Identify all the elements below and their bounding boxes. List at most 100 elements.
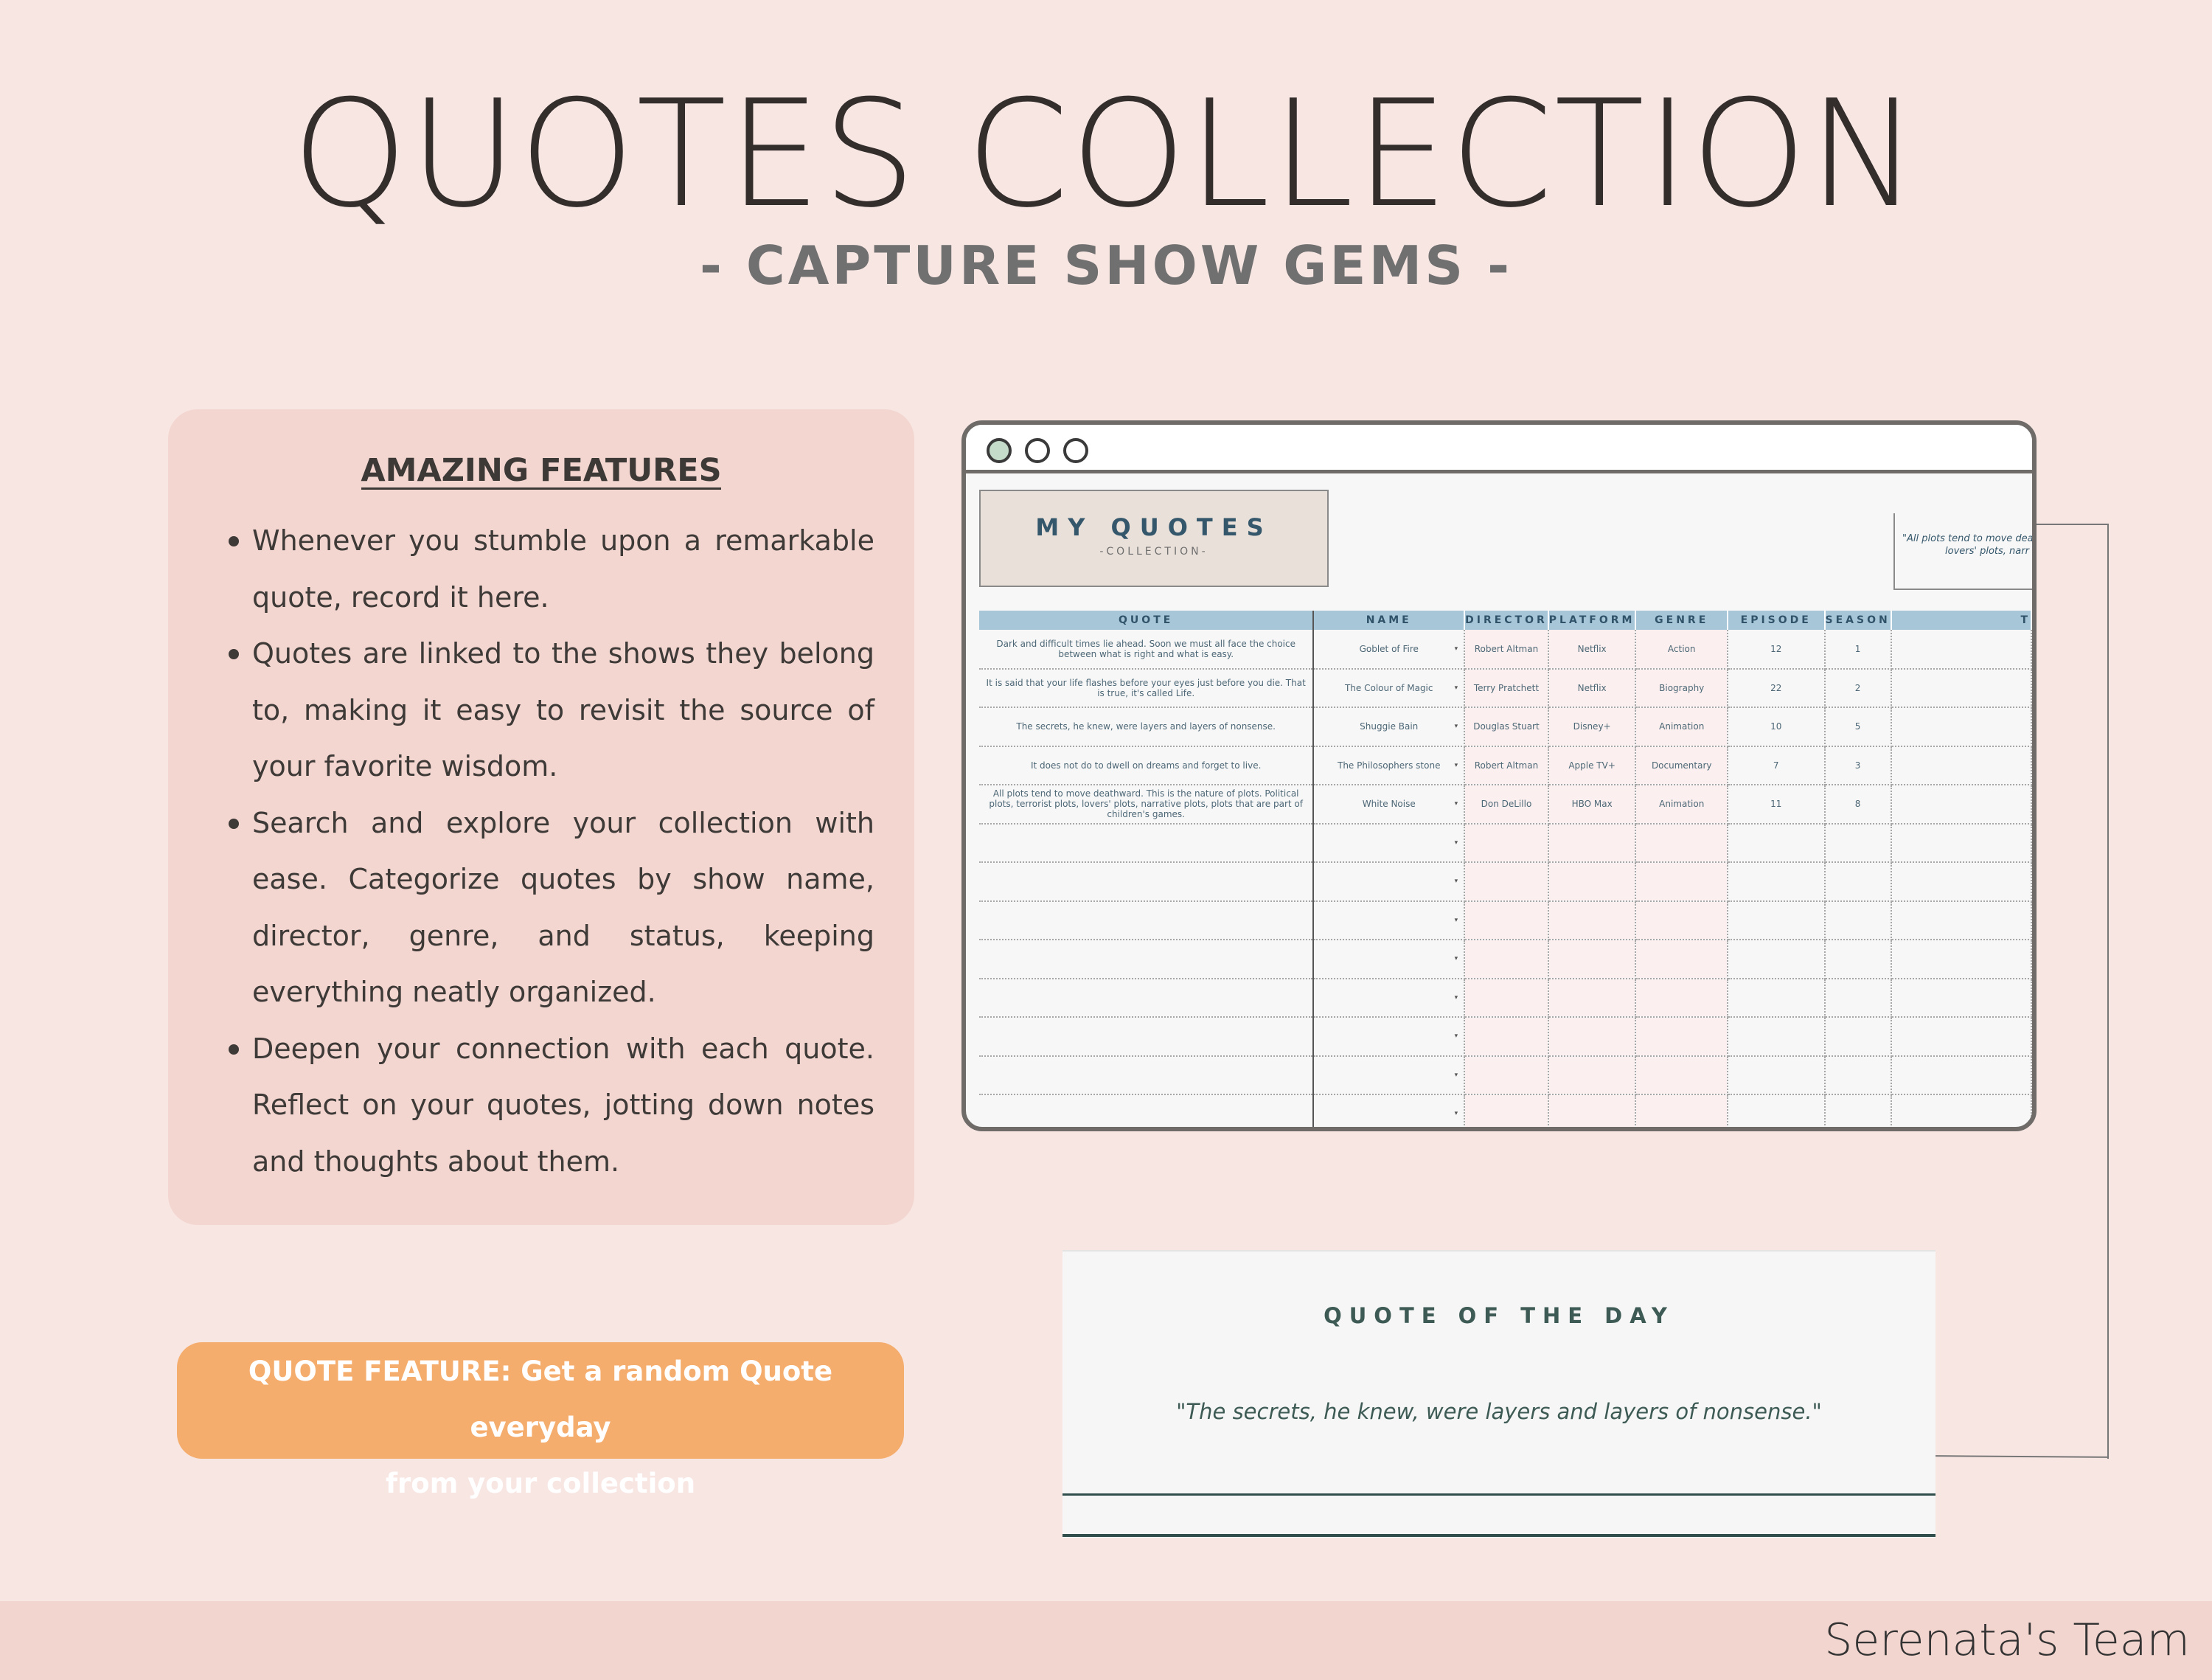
empty-cell[interactable] xyxy=(1635,940,1728,979)
table-row-empty[interactable]: ▾ xyxy=(979,862,2032,902)
empty-cell[interactable] xyxy=(1464,1094,1549,1127)
dropdown-caret-icon[interactable]: ▾ xyxy=(1455,876,1458,886)
cell-extra[interactable] xyxy=(1891,746,2032,785)
cell-director[interactable]: Robert Altman xyxy=(1464,746,1549,785)
empty-cell[interactable] xyxy=(1727,900,1826,940)
empty-cell[interactable] xyxy=(1824,940,1892,979)
dropdown-caret-icon[interactable]: ▾ xyxy=(1455,1031,1458,1041)
empty-cell[interactable] xyxy=(1891,1017,2032,1057)
cell-quote[interactable]: It does not do to dwell on dreams and fo… xyxy=(979,746,1315,785)
empty-cell[interactable]: ▾ xyxy=(1313,1094,1466,1127)
cell-quote[interactable]: It is said that your life flashes before… xyxy=(979,668,1315,708)
table-row[interactable]: All plots tend to move deathward. This i… xyxy=(979,785,2032,825)
empty-cell[interactable] xyxy=(1891,862,2032,902)
cell-genre[interactable]: Animation xyxy=(1635,785,1728,825)
empty-cell[interactable]: ▾ xyxy=(1313,823,1466,863)
cell-director[interactable]: Terry Pratchett xyxy=(1464,668,1549,708)
table-row[interactable]: The secrets, he knew, were layers and la… xyxy=(979,707,2032,747)
cell-extra[interactable] xyxy=(1891,785,2032,825)
table-row-empty[interactable]: ▾ xyxy=(979,1017,2032,1057)
window-control-icon[interactable] xyxy=(1063,438,1088,463)
table-row-empty[interactable]: ▾ xyxy=(979,1055,2032,1095)
empty-cell[interactable] xyxy=(1635,823,1728,863)
column-header[interactable]: SEASON xyxy=(1824,611,1892,630)
empty-cell[interactable] xyxy=(1464,900,1549,940)
empty-cell[interactable] xyxy=(1548,940,1637,979)
empty-cell[interactable] xyxy=(1824,978,1892,1018)
empty-cell[interactable]: ▾ xyxy=(1313,1055,1466,1095)
dropdown-caret-icon[interactable]: ▾ xyxy=(1455,838,1458,848)
cell-director[interactable]: Robert Altman xyxy=(1464,630,1549,670)
column-header[interactable]: GENRE xyxy=(1635,611,1728,630)
empty-cell[interactable] xyxy=(1464,940,1549,979)
cell-platform[interactable]: Netflix xyxy=(1548,630,1637,670)
cell-name[interactable]: Shuggie Bain ▾ xyxy=(1313,707,1466,747)
dropdown-caret-icon[interactable]: ▾ xyxy=(1455,721,1458,732)
column-header[interactable]: PLATFORM xyxy=(1548,611,1637,630)
empty-cell[interactable] xyxy=(1824,1055,1892,1095)
cell-extra[interactable] xyxy=(1891,630,2032,670)
empty-cell[interactable] xyxy=(1464,1017,1549,1057)
empty-cell[interactable] xyxy=(1727,1094,1826,1127)
empty-cell[interactable] xyxy=(1548,978,1637,1018)
empty-cell[interactable] xyxy=(1635,862,1728,902)
empty-cell[interactable] xyxy=(1635,900,1728,940)
empty-cell[interactable] xyxy=(1727,1017,1826,1057)
dropdown-caret-icon[interactable]: ▾ xyxy=(1455,915,1458,926)
dropdown-caret-icon[interactable]: ▾ xyxy=(1455,760,1458,771)
cell-genre[interactable]: Biography xyxy=(1635,668,1728,708)
cell-episode[interactable]: 7 xyxy=(1727,746,1826,785)
empty-cell[interactable] xyxy=(1824,823,1892,863)
table-row-empty[interactable]: ▾ xyxy=(979,1094,2032,1127)
cell-genre[interactable]: Documentary xyxy=(1635,746,1728,785)
empty-cell[interactable] xyxy=(979,900,1315,940)
table-row-empty[interactable]: ▾ xyxy=(979,940,2032,979)
cell-episode[interactable]: 11 xyxy=(1727,785,1826,825)
cell-director[interactable]: Don DeLillo xyxy=(1464,785,1549,825)
empty-cell[interactable] xyxy=(1548,1094,1637,1127)
empty-cell[interactable] xyxy=(1727,940,1826,979)
empty-cell[interactable] xyxy=(1464,862,1549,902)
empty-cell[interactable]: ▾ xyxy=(1313,1017,1466,1057)
window-control-icon[interactable] xyxy=(987,438,1012,463)
empty-cell[interactable]: ▾ xyxy=(1313,978,1466,1018)
table-row-empty[interactable]: ▾ xyxy=(979,900,2032,940)
cell-name[interactable]: Goblet of Fire ▾ xyxy=(1313,630,1466,670)
table-row-empty[interactable]: ▾ xyxy=(979,978,2032,1018)
empty-cell[interactable] xyxy=(1635,1017,1728,1057)
dropdown-caret-icon[interactable]: ▾ xyxy=(1455,1108,1458,1119)
column-header[interactable]: QUOTE xyxy=(979,611,1315,630)
empty-cell[interactable] xyxy=(1891,1055,2032,1095)
empty-cell[interactable] xyxy=(1824,900,1892,940)
empty-cell[interactable] xyxy=(1727,862,1826,902)
empty-cell[interactable] xyxy=(1548,900,1637,940)
empty-cell[interactable] xyxy=(1891,823,2032,863)
empty-cell[interactable] xyxy=(1891,940,2032,979)
empty-cell[interactable] xyxy=(979,823,1315,863)
empty-cell[interactable] xyxy=(1727,823,1826,863)
empty-cell[interactable] xyxy=(979,1055,1315,1095)
cell-platform[interactable]: Disney+ xyxy=(1548,707,1637,747)
cell-quote[interactable]: The secrets, he knew, were layers and la… xyxy=(979,707,1315,747)
column-header[interactable]: EPISODE xyxy=(1727,611,1826,630)
empty-cell[interactable] xyxy=(979,978,1315,1018)
empty-cell[interactable] xyxy=(1727,978,1826,1018)
empty-cell[interactable] xyxy=(1464,978,1549,1018)
cell-name[interactable]: The Philosophers stone ▾ xyxy=(1313,746,1466,785)
empty-cell[interactable]: ▾ xyxy=(1313,940,1466,979)
empty-cell[interactable] xyxy=(979,1017,1315,1057)
table-row[interactable]: Dark and difficult times lie ahead. Soon… xyxy=(979,630,2032,670)
cell-season[interactable]: 3 xyxy=(1824,746,1892,785)
empty-cell[interactable] xyxy=(1824,862,1892,902)
dropdown-caret-icon[interactable]: ▾ xyxy=(1455,954,1458,964)
empty-cell[interactable] xyxy=(979,862,1315,902)
dropdown-caret-icon[interactable]: ▾ xyxy=(1455,644,1458,654)
cell-season[interactable]: 5 xyxy=(1824,707,1892,747)
empty-cell[interactable] xyxy=(1464,1055,1549,1095)
empty-cell[interactable] xyxy=(1891,1094,2032,1127)
cell-extra[interactable] xyxy=(1891,668,2032,708)
cell-name[interactable]: White Noise ▾ xyxy=(1313,785,1466,825)
empty-cell[interactable] xyxy=(1635,978,1728,1018)
cell-director[interactable]: Douglas Stuart xyxy=(1464,707,1549,747)
column-header[interactable]: T xyxy=(1891,611,2032,630)
